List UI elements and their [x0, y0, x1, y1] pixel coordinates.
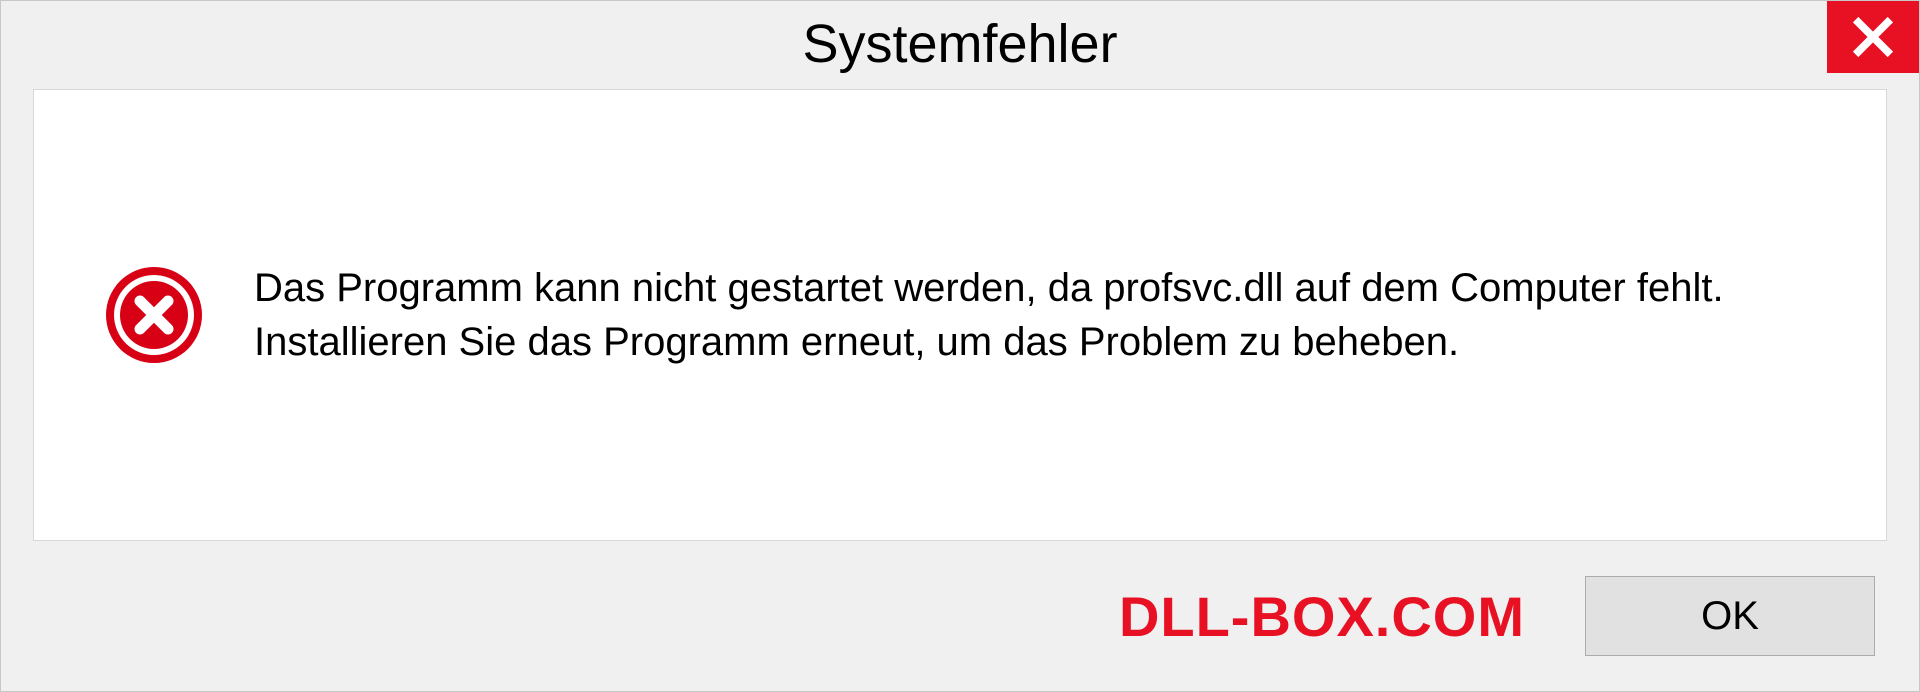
close-button[interactable] — [1827, 1, 1919, 73]
close-icon — [1851, 15, 1895, 59]
error-dialog: Systemfehler Das Programm kann nicht ges… — [0, 0, 1920, 692]
ok-button[interactable]: OK — [1585, 576, 1875, 656]
error-icon — [104, 265, 204, 365]
error-message: Das Programm kann nicht gestartet werden… — [254, 261, 1816, 369]
watermark-text: DLL-BOX.COM — [1119, 584, 1525, 649]
button-row: DLL-BOX.COM OK — [1, 541, 1919, 691]
dialog-title: Systemfehler — [802, 13, 1117, 75]
content-panel: Das Programm kann nicht gestartet werden… — [33, 89, 1887, 541]
titlebar: Systemfehler — [1, 1, 1919, 85]
